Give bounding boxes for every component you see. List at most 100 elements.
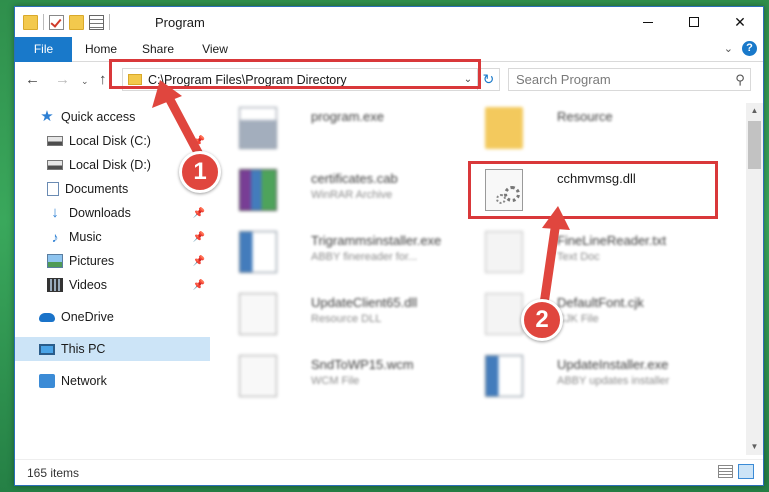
maximize-icon: [689, 17, 699, 27]
sidebar-item-label: Downloads: [69, 206, 131, 220]
address-bar[interactable]: C:\Program Files\Program Directory ⌄ ↻: [122, 68, 500, 91]
file-item[interactable]: SndToWP15.wcm WCM File: [231, 351, 461, 401]
new-folder-icon[interactable]: [69, 14, 84, 30]
sidebar-item-local-disk-c[interactable]: Local Disk (C:) 📌: [15, 129, 210, 153]
file-item[interactable]: UpdateInstaller.exe ABBY updates install…: [477, 351, 707, 401]
search-icon[interactable]: ⚲: [730, 72, 750, 88]
file-type: Text Doc: [557, 251, 600, 263]
large-icons-view-icon[interactable]: [738, 464, 754, 479]
sidebar-item-downloads[interactable]: ↓ Downloads 📌: [15, 201, 210, 225]
file-explorer-window: Program ✕ File Home Share View ⌄ ? ← → ⌄…: [14, 6, 764, 486]
refresh-icon[interactable]: ↻: [477, 69, 499, 90]
address-path[interactable]: C:\Program Files\Program Directory: [148, 73, 459, 87]
minimize-icon: [643, 21, 653, 23]
file-name: UpdateClient65.dll: [311, 295, 418, 310]
window-title: Program: [155, 15, 205, 30]
file-name: FineLineReader.txt: [557, 233, 667, 248]
pin-icon: 📌: [192, 207, 205, 219]
file-item[interactable]: certificates.cab WinRAR Archive: [231, 165, 461, 215]
file-name: program.exe: [311, 109, 384, 124]
rar-icon: [239, 169, 277, 211]
navigation-pane: ★ Quick access Local Disk (C:) 📌 Local D…: [15, 103, 210, 455]
sidebar-item-label: Local Disk (C:): [69, 134, 151, 148]
tab-share[interactable]: Share: [141, 37, 175, 62]
file-name: Resource: [557, 109, 613, 124]
properties-check-icon[interactable]: [49, 14, 64, 30]
pin-icon: 📌: [192, 231, 205, 243]
vertical-scrollbar[interactable]: ▲ ▼: [746, 103, 763, 455]
details-view-icon[interactable]: [718, 465, 733, 478]
close-icon: ✕: [734, 13, 746, 30]
this-pc-icon: [39, 343, 55, 355]
file-item[interactable]: Trigrammsinstaller.exe ABBY finereader f…: [231, 227, 461, 277]
scroll-down-icon[interactable]: ▼: [746, 439, 763, 455]
sidebar-item-pictures[interactable]: Pictures 📌: [15, 249, 210, 273]
recent-locations-icon[interactable]: ⌄: [81, 76, 89, 87]
star-icon: ★: [40, 108, 54, 125]
up-button[interactable]: ↑: [99, 71, 107, 88]
address-dropdown-icon[interactable]: ⌄: [459, 74, 477, 85]
onedrive-icon: [39, 312, 55, 322]
file-name: UpdateInstaller.exe: [557, 357, 669, 372]
sidebar-item-videos[interactable]: Videos 📌: [15, 273, 210, 297]
sidebar-item-onedrive[interactable]: OneDrive: [15, 305, 210, 329]
search-placeholder: Search Program: [516, 72, 611, 87]
sidebar-item-label: OneDrive: [61, 310, 114, 324]
pictures-icon: [47, 254, 63, 268]
sidebar-item-label: Local Disk (D:): [69, 158, 151, 172]
forward-button[interactable]: →: [55, 71, 70, 88]
sidebar-item-this-pc[interactable]: This PC: [15, 337, 210, 361]
file-item[interactable]: FineLineReader.txt Text Doc: [477, 227, 707, 277]
videos-icon: [47, 278, 63, 292]
dll-icon: [239, 293, 277, 335]
scrollbar-thumb[interactable]: [748, 121, 761, 169]
help-icon[interactable]: ?: [742, 41, 757, 56]
sidebar-item-label: Pictures: [69, 254, 115, 268]
maximize-button[interactable]: [671, 7, 717, 37]
file-type: Resource DLL: [311, 313, 382, 325]
sidebar-item-quick-access[interactable]: ★ Quick access: [15, 105, 210, 129]
sidebar-item-label: This PC: [61, 342, 106, 356]
folder-icon: [485, 107, 523, 149]
search-input[interactable]: Search Program ⚲: [508, 68, 751, 91]
minimize-button[interactable]: [625, 7, 671, 37]
document-icon: [485, 231, 523, 273]
file-item[interactable]: UpdateClient65.dll Resource DLL: [231, 289, 461, 339]
file-item[interactable]: DefaultFont.cjk CJK File: [477, 289, 707, 339]
music-icon: ♪: [51, 229, 59, 245]
sidebar-item-label: Music: [69, 230, 102, 244]
app-icon: [485, 355, 523, 397]
close-button[interactable]: ✕: [717, 7, 763, 37]
navigation-bar: ← → ⌄ ↑ C:\Program Files\Program Directo…: [15, 63, 763, 97]
step-2-callout: 2: [521, 299, 563, 341]
toolbar-separator: [43, 14, 44, 30]
customize-toolbar-icon[interactable]: [89, 14, 104, 30]
tab-file[interactable]: File: [15, 37, 72, 62]
sidebar-item-label: Documents: [65, 182, 129, 196]
sidebar-item-music[interactable]: ♪ Music 📌: [15, 225, 210, 249]
scroll-up-icon[interactable]: ▲: [746, 103, 763, 119]
sidebar-item-label: Network: [61, 374, 107, 388]
file-type: ABBY updates installer: [557, 375, 670, 387]
title-bar: Program ✕: [15, 7, 763, 37]
file-name: Trigrammsinstaller.exe: [311, 233, 442, 248]
file-type: ABBY finereader for...: [311, 251, 418, 263]
gear-icon: [504, 186, 520, 202]
file-item-cchmvmsg-dll[interactable]: cchmvmsg.dll: [477, 165, 707, 215]
pin-icon: 📌: [192, 135, 205, 147]
tab-view[interactable]: View: [201, 37, 229, 62]
dll-icon: [239, 355, 277, 397]
expand-ribbon-icon[interactable]: ⌄: [724, 42, 733, 55]
file-type: WCM File: [311, 375, 360, 387]
sidebar-item-network[interactable]: Network: [15, 369, 210, 393]
sidebar-item-label: Videos: [69, 278, 107, 292]
gear-icon: [496, 194, 506, 204]
file-item[interactable]: program.exe: [231, 103, 461, 153]
back-button[interactable]: ←: [25, 71, 40, 88]
tab-home[interactable]: Home: [83, 37, 119, 62]
ribbon: File Home Share View ⌄ ?: [15, 37, 763, 62]
download-icon: ↓: [51, 204, 59, 221]
folder-icon[interactable]: [23, 14, 38, 30]
file-item[interactable]: Resource: [477, 103, 707, 153]
file-name: DefaultFont.cjk: [557, 295, 644, 310]
